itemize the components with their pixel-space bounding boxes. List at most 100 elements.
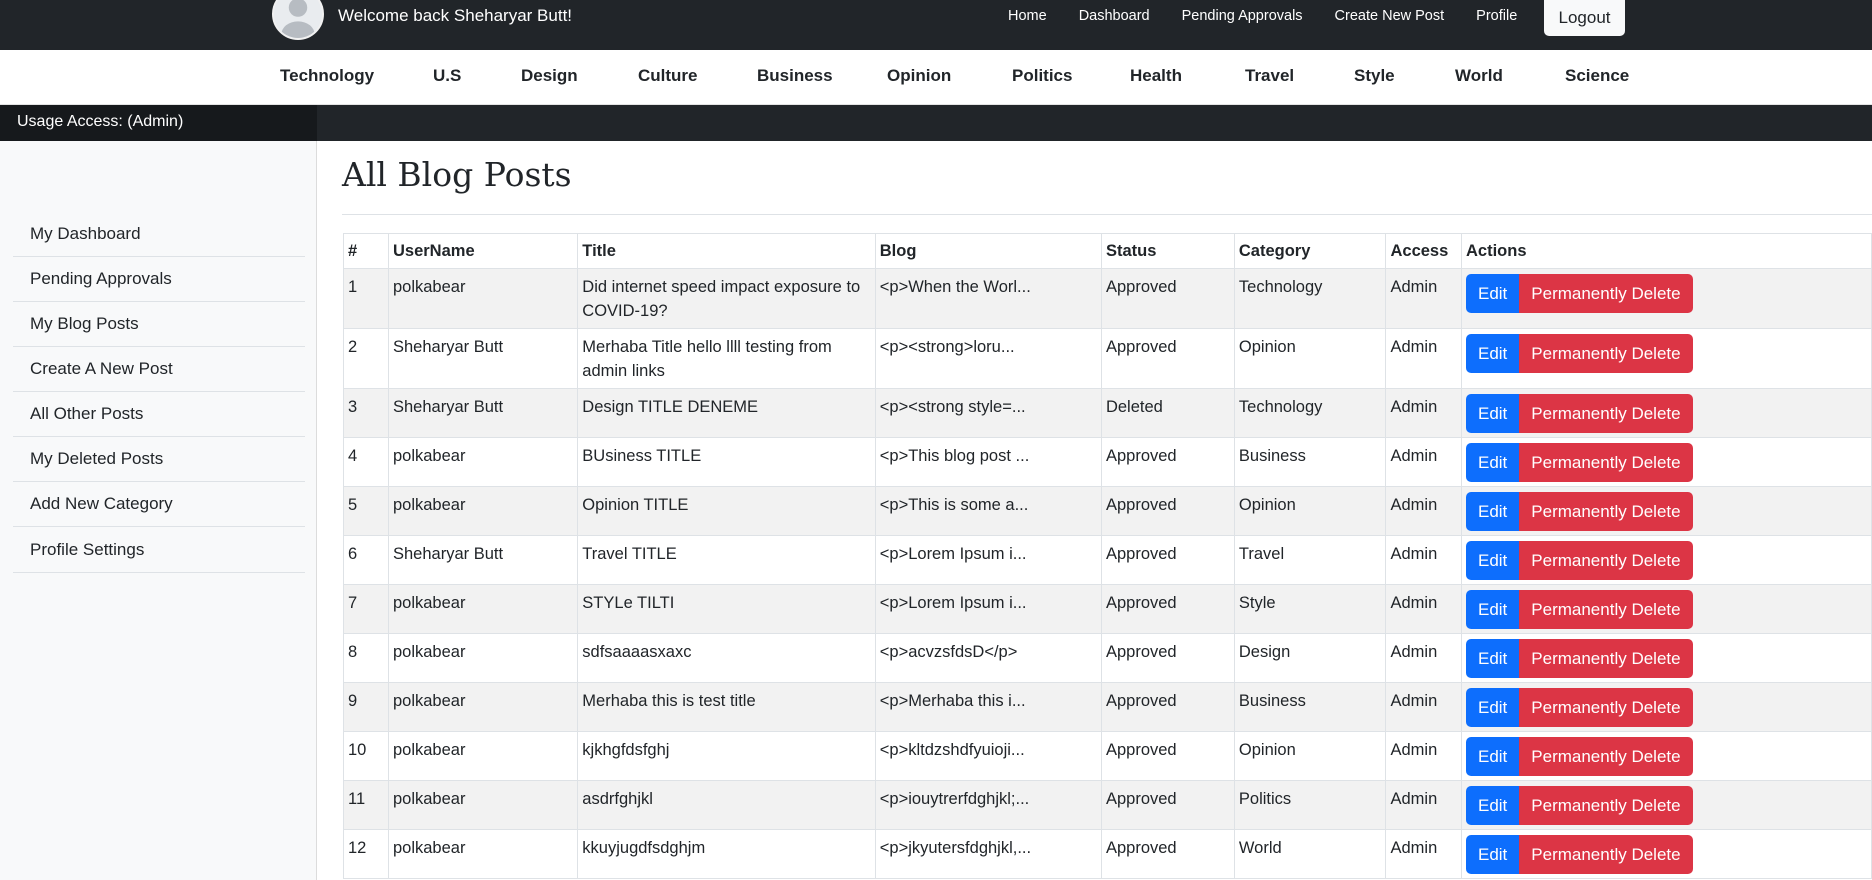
column-header-title: Title	[577, 233, 876, 269]
category-business[interactable]: Business	[757, 66, 833, 86]
row-category: Opinion	[1233, 731, 1387, 781]
row-username: polkabear	[387, 829, 579, 879]
title-divider	[342, 214, 1872, 215]
row-status: Approved	[1100, 437, 1235, 487]
permanently-delete-button[interactable]: Permanently Delete	[1519, 835, 1693, 874]
row-number: 1	[343, 268, 389, 329]
row-category: Technology	[1233, 388, 1387, 438]
edit-button[interactable]: Edit	[1465, 639, 1520, 678]
row-actions: Edit Permanently Delete	[1460, 682, 1872, 732]
permanently-delete-button[interactable]: Permanently Delete	[1519, 541, 1693, 580]
category-us[interactable]: U.S	[433, 66, 461, 86]
row-access: Admin	[1385, 388, 1462, 438]
row-number: 8	[343, 633, 389, 683]
table-row: 1 polkabear Did internet speed impact ex…	[343, 268, 1872, 329]
logout-button[interactable]: Logout	[1544, 0, 1625, 36]
edit-button[interactable]: Edit	[1465, 835, 1520, 874]
edit-button[interactable]: Edit	[1465, 492, 1520, 531]
category-culture[interactable]: Culture	[638, 66, 698, 86]
nav-pending-approvals-link[interactable]: Pending Approvals	[1182, 8, 1303, 24]
permanently-delete-button[interactable]: Permanently Delete	[1519, 394, 1693, 433]
row-category: Opinion	[1233, 328, 1387, 389]
row-number: 10	[343, 731, 389, 781]
permanently-delete-button[interactable]: Permanently Delete	[1519, 590, 1693, 629]
row-actions: Edit Permanently Delete	[1460, 535, 1872, 585]
row-access: Admin	[1385, 328, 1462, 389]
row-category: Design	[1233, 633, 1387, 683]
row-number: 12	[343, 829, 389, 879]
category-opinion[interactable]: Opinion	[887, 66, 951, 86]
row-status: Approved	[1100, 780, 1235, 830]
permanently-delete-button[interactable]: Permanently Delete	[1519, 274, 1693, 313]
permanently-delete-button[interactable]: Permanently Delete	[1519, 492, 1693, 531]
sidebar-item-my-dashboard[interactable]: My Dashboard	[13, 212, 305, 257]
category-health[interactable]: Health	[1130, 66, 1182, 86]
edit-button[interactable]: Edit	[1465, 394, 1520, 433]
sidebar-item-profile-settings[interactable]: Profile Settings	[13, 528, 305, 573]
row-blog-excerpt: <p>Lorem Ipsum i...	[874, 584, 1102, 634]
table-header-row: # UserName Title Blog Status Category Ac…	[343, 233, 1872, 269]
category-technology[interactable]: Technology	[280, 66, 374, 86]
row-username: polkabear	[387, 780, 579, 830]
row-number: 6	[343, 535, 389, 585]
nav-home-link[interactable]: Home	[1008, 8, 1047, 24]
table-row: 8 polkabear sdfsaaaasxaxc <p>acvzsfdsD</…	[343, 633, 1872, 683]
row-title: Did internet speed impact exposure to CO…	[577, 268, 876, 329]
permanently-delete-button[interactable]: Permanently Delete	[1519, 334, 1693, 373]
row-number: 3	[343, 388, 389, 438]
row-blog-excerpt: <p><strong style=...	[874, 388, 1102, 438]
category-design[interactable]: Design	[521, 66, 578, 86]
row-actions: Edit Permanently Delete	[1460, 584, 1872, 634]
row-category: Politics	[1233, 780, 1387, 830]
row-title: kjkhgfdsfghj	[577, 731, 876, 781]
row-username: polkabear	[387, 486, 579, 536]
category-nav: Technology U.S Design Culture Business O…	[0, 50, 1872, 105]
row-username: polkabear	[387, 731, 579, 781]
category-world[interactable]: World	[1455, 66, 1503, 86]
edit-button[interactable]: Edit	[1465, 541, 1520, 580]
category-science[interactable]: Science	[1565, 66, 1629, 86]
edit-button[interactable]: Edit	[1465, 688, 1520, 727]
permanently-delete-button[interactable]: Permanently Delete	[1519, 688, 1693, 727]
nav-create-new-post-link[interactable]: Create New Post	[1335, 8, 1445, 24]
row-title: asdrfghjkl	[577, 780, 876, 830]
edit-button[interactable]: Edit	[1465, 274, 1520, 313]
sidebar-item-create-new-post[interactable]: Create A New Post	[13, 347, 305, 392]
sidebar-item-my-blog-posts[interactable]: My Blog Posts	[13, 302, 305, 347]
permanently-delete-button[interactable]: Permanently Delete	[1519, 786, 1693, 825]
permanently-delete-button[interactable]: Permanently Delete	[1519, 737, 1693, 776]
row-blog-excerpt: <p>acvzsfdsD</p>	[874, 633, 1102, 683]
category-politics[interactable]: Politics	[1012, 66, 1072, 86]
edit-button[interactable]: Edit	[1465, 786, 1520, 825]
permanently-delete-button[interactable]: Permanently Delete	[1519, 639, 1693, 678]
nav-profile-link[interactable]: Profile	[1476, 8, 1517, 24]
column-header-access: Access	[1385, 233, 1462, 269]
sidebar-item-my-deleted-posts[interactable]: My Deleted Posts	[13, 437, 305, 482]
edit-button[interactable]: Edit	[1465, 590, 1520, 629]
sidebar-item-pending-approvals[interactable]: Pending Approvals	[13, 257, 305, 302]
table-row: 10 polkabear kjkhgfdsfghj <p>kltdzshdfyu…	[343, 731, 1872, 781]
nav-dashboard-link[interactable]: Dashboard	[1079, 8, 1150, 24]
row-access: Admin	[1385, 486, 1462, 536]
usage-access-label: Usage Access: (Admin)	[0, 105, 317, 141]
category-style[interactable]: Style	[1354, 66, 1395, 86]
column-header-username: UserName	[387, 233, 579, 269]
row-category: Technology	[1233, 268, 1387, 329]
category-travel[interactable]: Travel	[1245, 66, 1294, 86]
row-number: 9	[343, 682, 389, 732]
edit-button[interactable]: Edit	[1465, 737, 1520, 776]
row-category: Style	[1233, 584, 1387, 634]
sidebar-item-add-new-category[interactable]: Add New Category	[13, 482, 305, 527]
edit-button[interactable]: Edit	[1465, 334, 1520, 373]
row-status: Approved	[1100, 829, 1235, 879]
user-avatar-icon[interactable]	[272, 0, 324, 40]
row-blog-excerpt: <p><strong>loru...	[874, 328, 1102, 389]
row-title: BUsiness TITLE	[577, 437, 876, 487]
edit-button[interactable]: Edit	[1465, 443, 1520, 482]
permanently-delete-button[interactable]: Permanently Delete	[1519, 443, 1693, 482]
row-access: Admin	[1385, 268, 1462, 329]
row-blog-excerpt: <p>Merhaba this i...	[874, 682, 1102, 732]
sidebar: My Dashboard Pending Approvals My Blog P…	[0, 141, 317, 880]
row-blog-excerpt: <p>jkyutersfdghjkl,...	[874, 829, 1102, 879]
sidebar-item-all-other-posts[interactable]: All Other Posts	[13, 392, 305, 437]
